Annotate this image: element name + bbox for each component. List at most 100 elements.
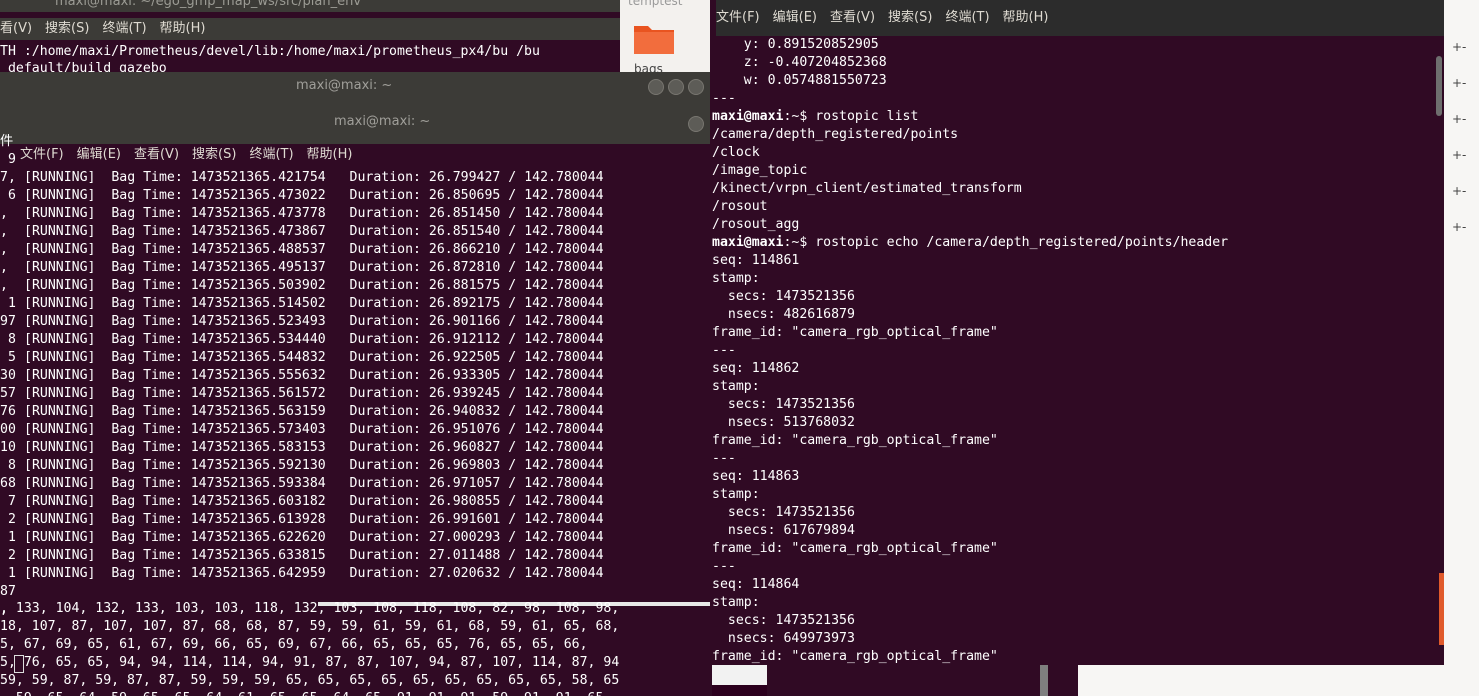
line-text: secs: 1473521356 bbox=[712, 289, 855, 304]
close-icon[interactable] bbox=[688, 116, 704, 132]
side-panel bbox=[1444, 0, 1479, 696]
log-line: [RUNNING] Bag Time: 1473521365.495137 Du… bbox=[24, 260, 604, 275]
output-line: /kinect/vrpn_client/estimated_transform bbox=[712, 180, 1228, 198]
close-icon[interactable] bbox=[688, 79, 704, 95]
menu-terminal[interactable]: 终端(T) bbox=[249, 147, 293, 162]
folder-icon[interactable] bbox=[632, 20, 676, 56]
background-terminal-window[interactable]: maxi@maxi: ~/ego_gmp_map_ws/src/plan_env… bbox=[0, 0, 620, 80]
line-text: /camera/depth_registered/points bbox=[712, 127, 959, 142]
output-line: nsecs: 482616879 bbox=[712, 306, 1228, 324]
line-text: frame_id: "camera_rgb_optical_frame" bbox=[712, 649, 998, 664]
line-text: seq: 114863 bbox=[712, 469, 800, 484]
gutter-cell: 1 bbox=[0, 296, 16, 311]
background-window-title: maxi@maxi: ~/ego_gmp_map_ws/src/plan_env bbox=[55, 0, 362, 9]
line-text: w: 0.0574881550723 bbox=[712, 73, 887, 88]
menu-search[interactable]: 搜索(S) bbox=[45, 21, 89, 36]
inner-titlebar[interactable]: maxi@maxi: ~ bbox=[0, 102, 712, 144]
line-text: secs: 1473521356 bbox=[712, 505, 855, 520]
line-text: --- bbox=[712, 91, 736, 106]
menu-help[interactable]: 帮助(H) bbox=[307, 147, 353, 162]
line-text: stamp: bbox=[712, 487, 760, 502]
output-line: stamp: bbox=[712, 486, 1228, 504]
output-line: secs: 1473521356 bbox=[712, 612, 1228, 630]
log-line: [RUNNING] Bag Time: 1473521365.421754 Du… bbox=[24, 170, 604, 185]
menu-edit[interactable]: 编辑(E) bbox=[773, 10, 817, 25]
output-line: stamp: bbox=[712, 270, 1228, 288]
background-text-line: TH :/home/maxi/Prometheus/devel/lib:/hom… bbox=[0, 44, 540, 59]
rostopic-terminal-window[interactable]: 文件(F) 编辑(E) 查看(V) 搜索(S) 终端(T) 帮助(H) y: 0.8915… bbox=[710, 0, 1444, 665]
line-text: nsecs: 513768032 bbox=[712, 415, 855, 430]
line-text: frame_id: "camera_rgb_optical_frame" bbox=[712, 541, 998, 556]
rosbag-terminal-window[interactable]: maxi@maxi: ~ maxi@maxi: ~ 文件(F) 编辑(E) 查看(V… bbox=[0, 72, 712, 696]
gutter-cell: 00 bbox=[0, 422, 16, 437]
value-line: 59, 59, 87, 59, 87, 87, 59, 59, 59, 65, … bbox=[0, 673, 620, 688]
background-menu-bar: 看(V) 搜索(S) 终端(T) 帮助(H) bbox=[0, 18, 620, 40]
log-line: [RUNNING] Bag Time: 1473521365.473867 Du… bbox=[24, 224, 604, 239]
expander-icon[interactable]: +- bbox=[1452, 76, 1466, 90]
line-text: seq: 114862 bbox=[712, 361, 800, 376]
line-text: secs: 1473521356 bbox=[712, 613, 855, 628]
menu-view[interactable]: 查看(V) bbox=[830, 10, 875, 25]
expander-icon[interactable]: +- bbox=[1452, 112, 1466, 126]
log-line: [RUNNING] Bag Time: 1473521365.561572 Du… bbox=[24, 386, 604, 401]
scrollbar-thumb[interactable] bbox=[1436, 56, 1442, 116]
log-line: [RUNNING] Bag Time: 1473521365.555632 Du… bbox=[24, 368, 604, 383]
line-text: :~$ rostopic echo /camera/depth_register… bbox=[783, 235, 1229, 250]
menu-edit[interactable]: 编辑(E) bbox=[77, 147, 121, 162]
gutter-cell: 7, bbox=[0, 170, 16, 185]
line-text: nsecs: 617679894 bbox=[712, 523, 855, 538]
expander-icon[interactable]: +- bbox=[1452, 40, 1466, 54]
log-line: [RUNNING] Bag Time: 1473521365.603182 Du… bbox=[24, 494, 604, 509]
menu-search[interactable]: 搜索(S) bbox=[888, 10, 932, 25]
gutter-cell: 87 bbox=[0, 584, 16, 599]
menu-help[interactable]: 帮助(H) bbox=[160, 21, 206, 36]
menu-terminal[interactable]: 终端(T) bbox=[945, 10, 989, 25]
line-text: seq: 114864 bbox=[712, 577, 800, 592]
output-line: y: 0.891520852905 bbox=[712, 36, 1228, 54]
log-line: [RUNNING] Bag Time: 1473521365.473778 Du… bbox=[24, 206, 604, 221]
gutter-cell: 5 bbox=[0, 350, 16, 365]
taskbar-item[interactable] bbox=[712, 665, 767, 685]
gutter-cell: 2 bbox=[0, 512, 16, 527]
menu-view[interactable]: 看(V) bbox=[0, 21, 32, 36]
outer-titlebar[interactable]: maxi@maxi: ~ bbox=[0, 72, 712, 102]
gutter-cell: 1 bbox=[0, 566, 16, 581]
value-line: 5, 76, 65, 65, 94, 94, 114, 114, 94, 91,… bbox=[0, 655, 620, 670]
log-line: [RUNNING] Bag Time: 1473521365.544832 Du… bbox=[24, 350, 604, 365]
menu-file[interactable]: 文件(F) bbox=[20, 147, 64, 162]
output-line: secs: 1473521356 bbox=[712, 396, 1228, 414]
log-line: [RUNNING] Bag Time: 1473521365.514502 Du… bbox=[24, 296, 604, 311]
gutter-cell: 7 bbox=[0, 494, 16, 509]
log-line: [RUNNING] Bag Time: 1473521365.633815 Du… bbox=[24, 548, 604, 563]
expander-icon[interactable]: +- bbox=[1452, 148, 1466, 162]
output-line: seq: 114864 bbox=[712, 576, 1228, 594]
desktop-area: temptest bags bbox=[620, 0, 712, 80]
divider bbox=[1040, 665, 1048, 696]
output-line: maxi@maxi:~$ rostopic echo /camera/depth… bbox=[712, 234, 1228, 252]
line-text: z: -0.407204852368 bbox=[712, 55, 887, 70]
menu-search[interactable]: 搜索(S) bbox=[192, 147, 236, 162]
menu-terminal[interactable]: 终端(T) bbox=[102, 21, 146, 36]
line-text: --- bbox=[712, 559, 736, 574]
menu-help[interactable]: 帮助(H) bbox=[1003, 10, 1049, 25]
line-text: :~$ rostopic list bbox=[783, 109, 919, 124]
output-line: maxi@maxi:~$ rostopic list bbox=[712, 108, 1228, 126]
minimize-icon[interactable] bbox=[648, 79, 664, 95]
line-text: /rosout_agg bbox=[712, 217, 800, 232]
expander-icon[interactable]: +- bbox=[1452, 220, 1466, 234]
line-text: stamp: bbox=[712, 271, 760, 286]
line-text: stamp: bbox=[712, 595, 760, 610]
output-line: secs: 1473521356 bbox=[712, 504, 1228, 522]
maximize-icon[interactable] bbox=[668, 79, 684, 95]
menu-file[interactable]: 文件(F) bbox=[716, 10, 760, 25]
output-line: frame_id: "camera_rgb_optical_frame" bbox=[712, 324, 1228, 342]
pointcloud-values: , 133, 104, 132, 133, 103, 103, 118, 132… bbox=[0, 600, 619, 696]
expander-icon[interactable]: +- bbox=[1452, 184, 1466, 198]
shell-prompt: maxi@maxi bbox=[712, 235, 784, 250]
gutter-cell: 8 bbox=[0, 458, 16, 473]
log-line: [RUNNING] Bag Time: 1473521365.642959 Du… bbox=[24, 566, 604, 581]
menu-view[interactable]: 查看(V) bbox=[134, 147, 179, 162]
output-line: seq: 114863 bbox=[712, 468, 1228, 486]
output-line: w: 0.0574881550723 bbox=[712, 72, 1228, 90]
output-line: nsecs: 513768032 bbox=[712, 414, 1228, 432]
